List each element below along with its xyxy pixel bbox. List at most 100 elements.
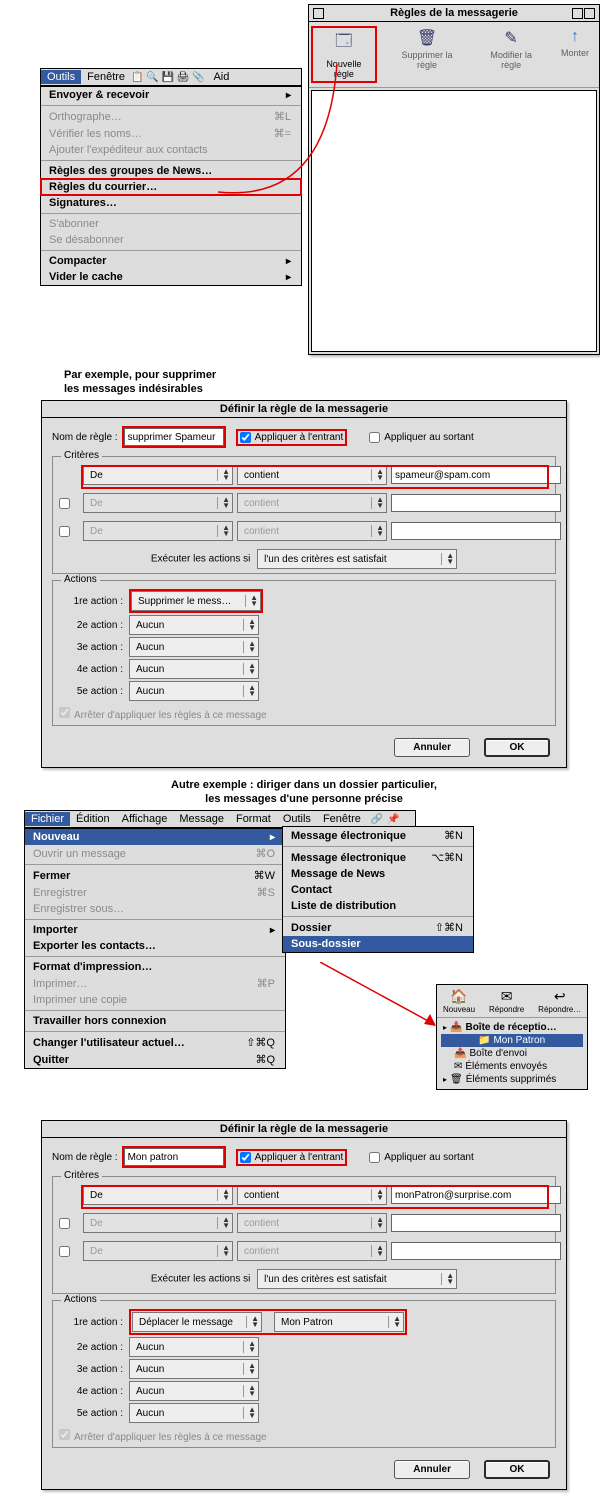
action2-select[interactable]: Aucun▲▼ xyxy=(129,1337,259,1357)
folder-node[interactable]: 📁 Mon Patron xyxy=(441,1034,583,1047)
menu-format[interactable]: Format xyxy=(230,812,277,826)
close-icon[interactable] xyxy=(313,8,324,19)
crit3-enable[interactable] xyxy=(59,1246,70,1257)
action3-select[interactable]: Aucun▲▼ xyxy=(129,1359,259,1379)
crit1-field-select[interactable]: De▲▼ xyxy=(83,465,233,485)
rules-list[interactable] xyxy=(311,90,597,352)
crit2-field-select[interactable]: De▲▼ xyxy=(83,493,233,513)
crit1-op-select[interactable]: contient▲▼ xyxy=(237,465,387,485)
crit2-value-input[interactable] xyxy=(391,494,561,512)
exec-condition-select[interactable]: l'un des critères est satisfait▲▼ xyxy=(257,549,457,569)
toolbar-icon[interactable]: 📌 xyxy=(387,814,399,825)
menu-aide[interactable]: Aid xyxy=(207,70,235,84)
sidebar-tool[interactable]: 🏠Nouveau xyxy=(443,988,475,1014)
apply-incoming-checkbox[interactable] xyxy=(240,1152,251,1163)
exec-condition-select[interactable]: l'un des critères est satisfait▲▼ xyxy=(257,1269,457,1289)
menu-item[interactable]: Envoyer & recevoir xyxy=(41,87,301,103)
menu-item[interactable]: Importer xyxy=(25,922,285,938)
cancel-button[interactable]: Annuler xyxy=(394,1460,470,1479)
menu-outils[interactable]: Outils xyxy=(277,812,317,826)
toolbar-icon[interactable]: 🔗 xyxy=(371,814,383,825)
menu-outils[interactable]: Outils xyxy=(41,70,81,84)
menu-item[interactable]: Vider le cache xyxy=(41,269,301,285)
sidebar-tool[interactable]: ✉Répondre xyxy=(489,988,524,1014)
menu-item[interactable]: Fermer⌘W xyxy=(25,867,285,884)
icon-5[interactable]: 📎 xyxy=(192,72,204,83)
action1-select[interactable]: Supprimer le mess…▲▼ xyxy=(131,591,261,611)
crit3-op-select[interactable]: contient▲▼ xyxy=(237,521,387,541)
folder-node[interactable]: ▸📥 Boîte de réceptio… xyxy=(441,1021,583,1034)
crit2-enable[interactable] xyxy=(59,498,70,509)
crit3-op-select[interactable]: contient▲▼ xyxy=(237,1241,387,1261)
rule-name-input[interactable] xyxy=(124,428,224,446)
crit1-value-input[interactable] xyxy=(391,1186,561,1204)
move-up-button[interactable]: ↑Monter xyxy=(557,26,593,83)
collapse-icon[interactable] xyxy=(584,8,595,19)
action1-select[interactable]: Déplacer le message▲▼ xyxy=(132,1312,262,1332)
ok-button[interactable]: OK xyxy=(484,738,550,757)
menu-fichier[interactable]: Fichier xyxy=(25,812,70,826)
menu-item[interactable]: Travailler hors connexion xyxy=(25,1013,285,1029)
menu-item[interactable]: Message de News xyxy=(283,866,473,882)
menu-fenetre[interactable]: Fenêtre xyxy=(81,70,131,84)
menu-fenêtre[interactable]: Fenêtre xyxy=(317,812,367,826)
menu-item[interactable]: Exporter les contacts… xyxy=(25,938,285,954)
menu-item[interactable]: Ouvrir un message⌘O xyxy=(25,845,285,862)
delete-rule-button[interactable]: 🗑Supprimer la règle xyxy=(389,26,466,83)
menu-item[interactable]: Dossier⇧⌘N xyxy=(283,919,473,936)
apply-outgoing-checkbox[interactable] xyxy=(369,1152,380,1163)
menu-item[interactable]: Se désabonner xyxy=(41,232,301,248)
menu-item[interactable]: Changer l'utilisateur actuel…⇧⌘Q xyxy=(25,1034,285,1051)
crit2-op-select[interactable]: contient▲▼ xyxy=(237,1213,387,1233)
menu-item[interactable]: Message électronique⌘N xyxy=(283,827,473,844)
menu-item[interactable]: Imprimer…⌘P xyxy=(25,975,285,992)
crit3-field-select[interactable]: De▲▼ xyxy=(83,1241,233,1261)
folder-node[interactable]: ▸🗑 Éléments supprimés xyxy=(441,1073,583,1086)
rule-name-input[interactable] xyxy=(124,1148,224,1166)
menu-affichage[interactable]: Affichage xyxy=(116,812,174,826)
folder-node[interactable]: 📤 Boîte d'envoi xyxy=(441,1047,583,1060)
crit2-op-select[interactable]: contient▲▼ xyxy=(237,493,387,513)
menu-item[interactable]: Message électronique⌥⌘N xyxy=(283,849,473,866)
menu-item[interactable]: Sous-dossier xyxy=(283,936,473,952)
menu-item[interactable]: Orthographe…⌘L xyxy=(41,108,301,125)
menu-item[interactable]: Enregistrer sous… xyxy=(25,901,285,917)
menu-item[interactable]: Règles des groupes de News… xyxy=(41,163,301,179)
menu-item[interactable]: Contact xyxy=(283,882,473,898)
icon-2[interactable]: 🔍 xyxy=(146,72,158,83)
action2-select[interactable]: Aucun▲▼ xyxy=(129,615,259,635)
zoom-icon[interactable] xyxy=(572,8,583,19)
menu-item[interactable]: Imprimer une copie xyxy=(25,992,285,1008)
crit3-field-select[interactable]: De▲▼ xyxy=(83,521,233,541)
menu-édition[interactable]: Édition xyxy=(70,812,116,826)
crit3-value-input[interactable] xyxy=(391,522,561,540)
crit2-enable[interactable] xyxy=(59,1218,70,1229)
apply-incoming-checkbox[interactable] xyxy=(240,432,251,443)
menu-message[interactable]: Message xyxy=(173,812,230,826)
menu-item[interactable]: S'abonner xyxy=(41,216,301,232)
icon-4[interactable]: 🖨 xyxy=(177,72,190,83)
menu-item[interactable]: Liste de distribution xyxy=(283,898,473,914)
action4-select[interactable]: Aucun▲▼ xyxy=(129,1381,259,1401)
crit1-op-select[interactable]: contient▲▼ xyxy=(237,1185,387,1205)
crit3-enable[interactable] xyxy=(59,526,70,537)
menu-item[interactable]: Signatures… xyxy=(41,195,301,211)
cancel-button[interactable]: Annuler xyxy=(394,738,470,757)
sidebar-tool[interactable]: ↩Répondre… xyxy=(538,988,581,1014)
ok-button[interactable]: OK xyxy=(484,1460,550,1479)
action1-target-select[interactable]: Mon Patron▲▼ xyxy=(274,1312,404,1332)
menu-item[interactable]: Ajouter l'expéditeur aux contacts xyxy=(41,142,301,158)
menu-item[interactable]: Quitter⌘Q xyxy=(25,1051,285,1068)
action5-select[interactable]: Aucun▲▼ xyxy=(129,1403,259,1423)
new-rule-button[interactable]: 🗔Nouvelle règle xyxy=(311,26,377,83)
crit2-field-select[interactable]: De▲▼ xyxy=(83,1213,233,1233)
action4-select[interactable]: Aucun▲▼ xyxy=(129,659,259,679)
action5-select[interactable]: Aucun▲▼ xyxy=(129,681,259,701)
crit3-value-input[interactable] xyxy=(391,1242,561,1260)
menu-item[interactable]: Enregistrer⌘S xyxy=(25,884,285,901)
crit1-value-input[interactable] xyxy=(391,466,561,484)
action3-select[interactable]: Aucun▲▼ xyxy=(129,637,259,657)
crit1-field-select[interactable]: De▲▼ xyxy=(83,1185,233,1205)
menu-item[interactable]: Règles du courrier… xyxy=(41,179,301,195)
menu-item[interactable]: Nouveau xyxy=(25,829,285,845)
